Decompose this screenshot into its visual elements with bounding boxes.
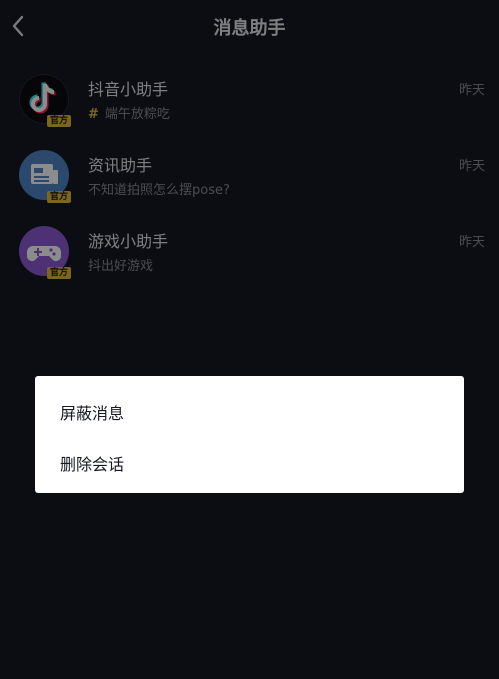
modal-overlay[interactable] xyxy=(0,0,499,679)
mute-messages-option[interactable]: 屏蔽消息 xyxy=(60,400,124,424)
screen: 消息助手 官方 抖音小助手 # 端午放粽吃 昨天 官方 资讯助手 不知道拍照怎么… xyxy=(0,0,499,679)
delete-conversation-option[interactable]: 删除会话 xyxy=(60,451,124,475)
action-dialog: 屏蔽消息 删除会话 xyxy=(35,376,464,493)
